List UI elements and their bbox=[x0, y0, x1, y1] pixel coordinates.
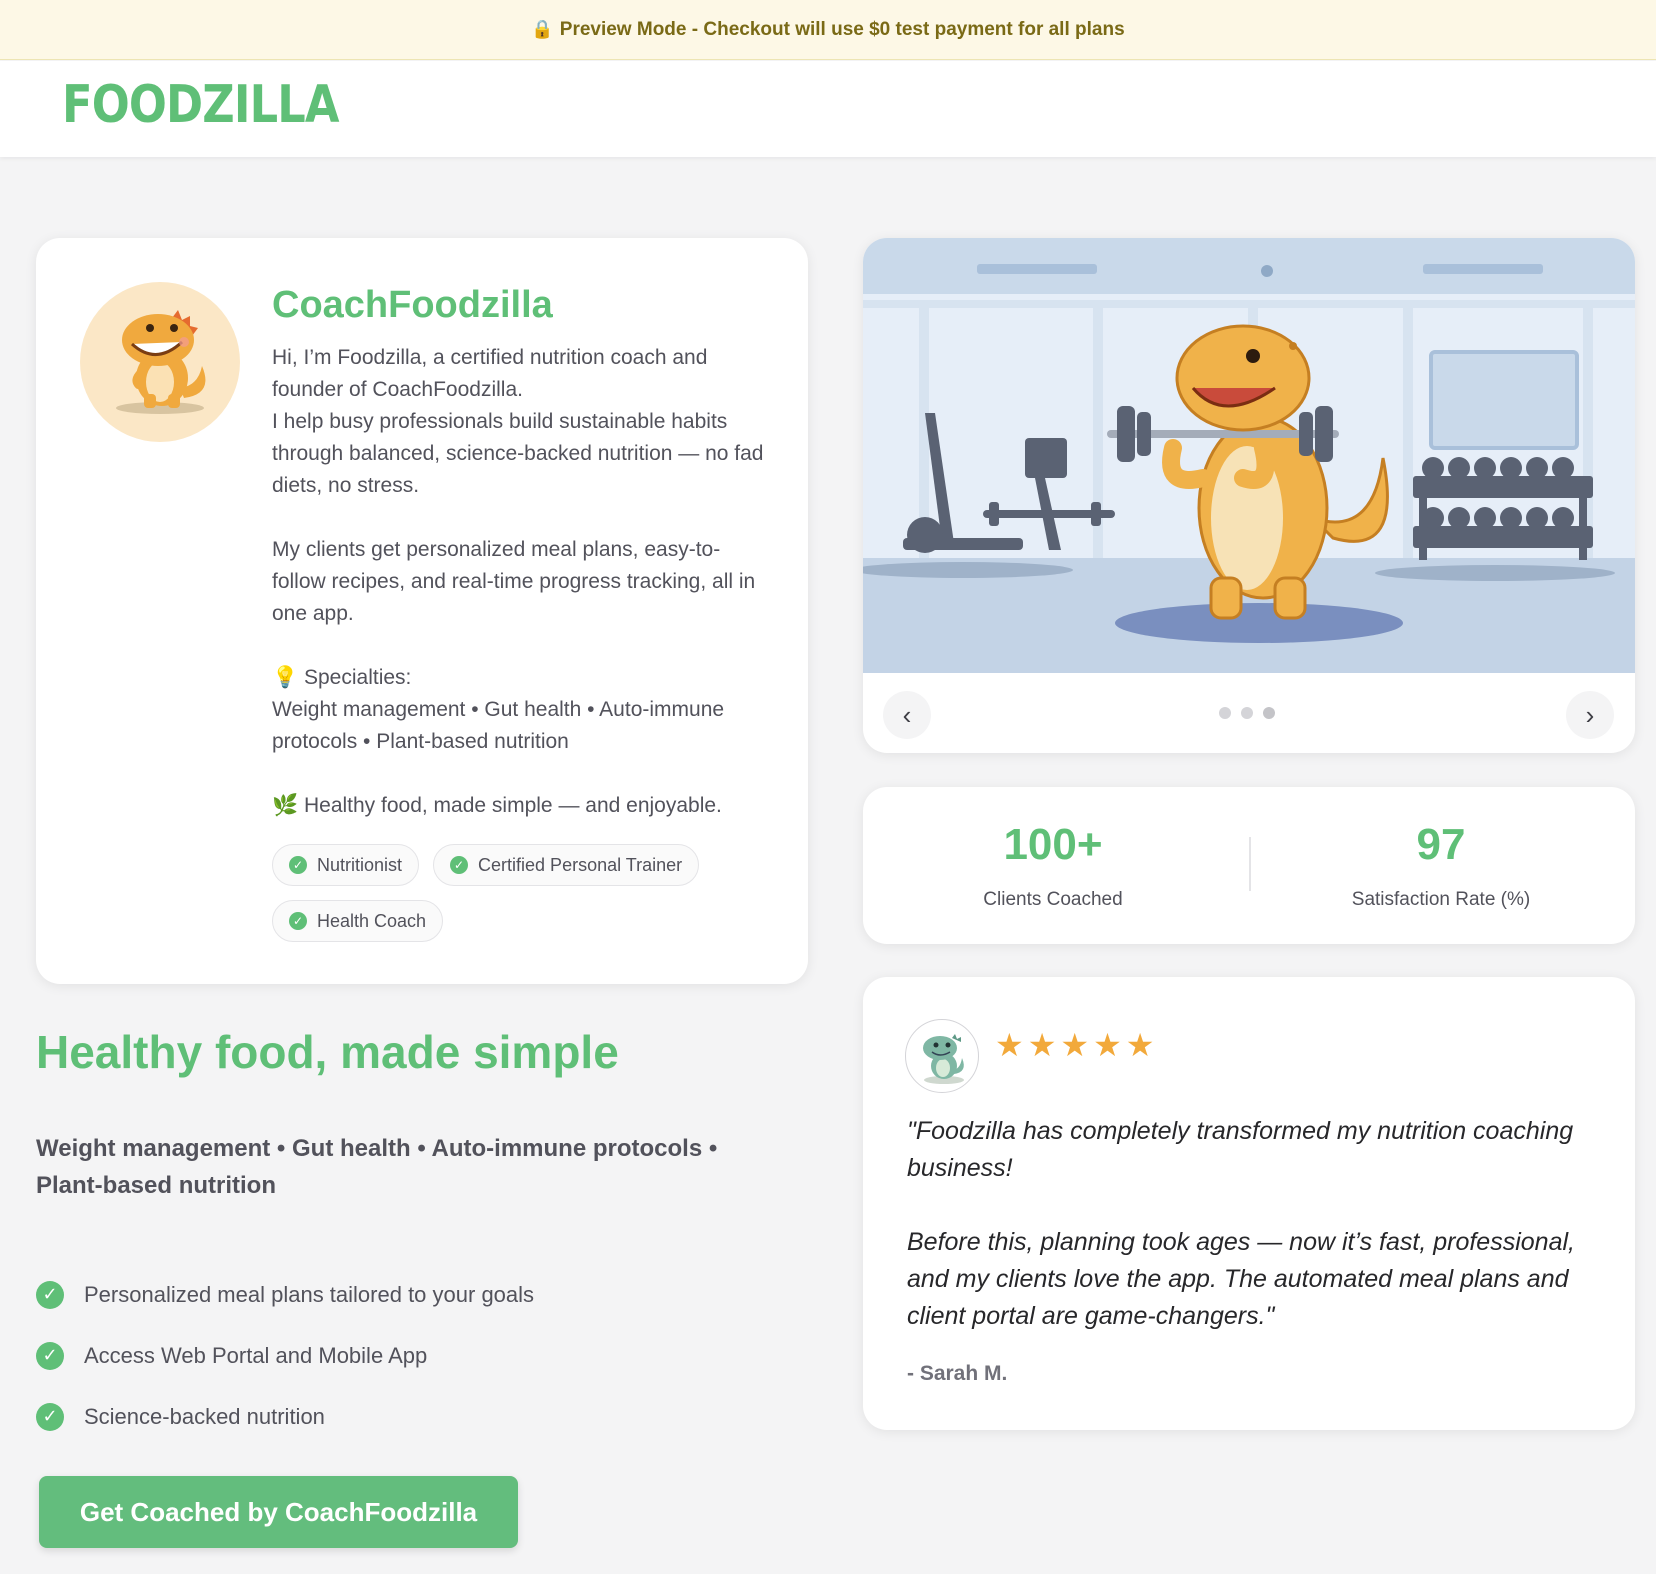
testimonial-quote: "Foodzilla has completely transformed my… bbox=[907, 1113, 1597, 1335]
credential-badges: ✓ Nutritionist ✓ Certified Personal Trai… bbox=[272, 844, 772, 942]
stat-value: 97 bbox=[1416, 820, 1466, 869]
lock-icon: 🔒 bbox=[531, 19, 554, 39]
quote-paragraph: Before this, planning took ages — now it… bbox=[907, 1228, 1575, 1330]
star-icon: ★ bbox=[1027, 1027, 1057, 1063]
get-coached-button[interactable]: Get Coached by CoachFoodzilla bbox=[39, 1476, 518, 1548]
carousel-prev-button[interactable]: ‹ bbox=[883, 691, 931, 739]
star-icon: ★ bbox=[1060, 1027, 1090, 1063]
green-dinosaur-avatar bbox=[923, 1034, 964, 1084]
dinosaur-avatar-illustration bbox=[116, 310, 206, 414]
coach-profile-card: CoachFoodzilla Hi, I’m Foodzilla, a cert… bbox=[36, 238, 808, 984]
stats-card: 100+ Clients Coached 97 Satisfaction Rat… bbox=[863, 787, 1635, 944]
rating-stars: ★ ★ ★ ★ ★ bbox=[995, 1029, 1154, 1061]
badge-label: Certified Personal Trainer bbox=[478, 854, 683, 875]
bio-tagline: 🌿 Healthy food, made simple — and enjoya… bbox=[272, 794, 722, 817]
credential-badge: ✓ Health Coach bbox=[272, 900, 444, 942]
carousel-dot-active[interactable] bbox=[1263, 707, 1275, 719]
badge-label: Nutritionist bbox=[317, 854, 403, 875]
preview-mode-banner: 🔒 Preview Mode - Checkout will use $0 te… bbox=[0, 0, 1656, 60]
stat-clients-coached: 100+ Clients Coached bbox=[863, 823, 1243, 911]
foodzilla-logo[interactable]: FOODZILLA bbox=[62, 79, 339, 131]
bio-paragraph bbox=[272, 502, 772, 534]
testimonial-card: ★ ★ ★ ★ ★ "Foodzilla has completely tran… bbox=[863, 977, 1635, 1430]
check-circle-icon: ✓ bbox=[36, 1341, 64, 1370]
check-circle-icon: ✓ bbox=[36, 1402, 64, 1431]
credential-badge: ✓ Nutritionist bbox=[272, 844, 420, 886]
carousel-pagination bbox=[1219, 707, 1275, 719]
stat-label: Satisfaction Rate (%) bbox=[1351, 889, 1531, 910]
badge-label: Health Coach bbox=[317, 910, 427, 931]
dinosaur-gym-illustration bbox=[863, 238, 1635, 673]
feature-label: Personalized meal plans tailored to your… bbox=[84, 1281, 535, 1307]
bio-paragraph bbox=[272, 630, 772, 662]
star-icon: ★ bbox=[1093, 1027, 1122, 1063]
stat-satisfaction-rate: 97 Satisfaction Rate (%) bbox=[1251, 823, 1631, 911]
quote-paragraph bbox=[907, 1187, 1597, 1224]
stat-value: 100+ bbox=[1003, 820, 1103, 869]
site-header: FOODZILLA bbox=[0, 61, 1656, 157]
feature-label: Access Web Portal and Mobile App bbox=[84, 1342, 428, 1368]
bio-paragraph: My clients get personalized meal plans, … bbox=[272, 538, 756, 625]
bio-paragraph: I help busy professionals build sustaina… bbox=[272, 410, 764, 497]
stat-label: Clients Coached bbox=[983, 889, 1123, 910]
credential-badge: ✓ Certified Personal Trainer bbox=[433, 844, 700, 886]
feature-item: ✓ Personalized meal plans tailored to yo… bbox=[36, 1264, 534, 1325]
preview-mode-text: Preview Mode - Checkout will use $0 test… bbox=[559, 18, 1125, 40]
bio-paragraph bbox=[272, 758, 772, 790]
star-icon: ★ bbox=[995, 1027, 1024, 1063]
bio-paragraph: Hi, I’m Foodzilla, a certified nutrition… bbox=[272, 346, 708, 401]
carousel-dot[interactable] bbox=[1219, 707, 1231, 719]
check-circle-icon: ✓ bbox=[450, 856, 469, 874]
feature-item: ✓ Science-backed nutrition bbox=[36, 1386, 534, 1447]
image-carousel bbox=[863, 238, 1635, 753]
hero-specialties: Weight management • Gut health • Auto-im… bbox=[36, 1135, 718, 1199]
carousel-next-button[interactable]: › bbox=[1566, 691, 1614, 739]
check-circle-icon: ✓ bbox=[36, 1280, 64, 1309]
quote-paragraph: "Foodzilla has completely transformed my… bbox=[907, 1117, 1574, 1182]
check-circle-icon: ✓ bbox=[289, 912, 307, 930]
bio-specialties-heading: 💡 Specialties: bbox=[272, 666, 412, 689]
star-icon: ★ bbox=[1125, 1027, 1155, 1063]
feature-label: Science-backed nutrition bbox=[84, 1403, 325, 1429]
carousel-dot[interactable] bbox=[1241, 707, 1253, 719]
coach-name: CoachFoodzilla bbox=[272, 284, 553, 326]
hero-headline: Healthy food, made simple bbox=[36, 1026, 619, 1078]
coach-avatar bbox=[80, 282, 240, 442]
coach-bio: Hi, I’m Foodzilla, a certified nutrition… bbox=[272, 342, 772, 822]
bio-specialties-list: Weight management • Gut health • Auto-im… bbox=[272, 698, 725, 753]
feature-list: ✓ Personalized meal plans tailored to yo… bbox=[36, 1264, 534, 1447]
check-circle-icon: ✓ bbox=[289, 856, 307, 874]
reviewer-avatar bbox=[905, 1019, 979, 1093]
feature-item: ✓ Access Web Portal and Mobile App bbox=[36, 1325, 534, 1386]
testimonial-author: - Sarah M. bbox=[907, 1362, 1008, 1385]
